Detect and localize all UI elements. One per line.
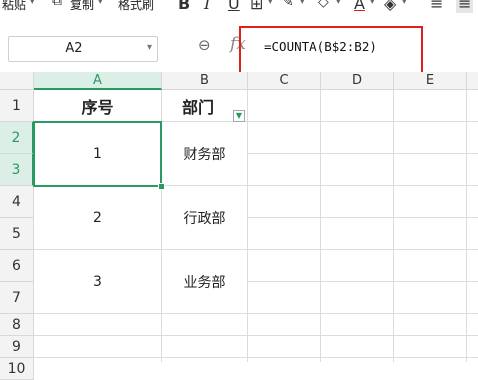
cell-b6-merged[interactable]: 业务部 <box>162 250 247 313</box>
gridline-h <box>34 357 478 358</box>
shading-icon[interactable]: ✎ <box>282 0 294 10</box>
row-header-1[interactable]: 1 <box>0 90 34 122</box>
column-header-f[interactable] <box>467 72 478 90</box>
name-box[interactable]: A2 ▾ <box>8 36 158 62</box>
fill-color-dropdown-icon[interactable]: ▾ <box>336 0 341 7</box>
select-all-corner[interactable] <box>0 72 34 90</box>
eraser-icon[interactable]: ◈ <box>384 0 396 13</box>
gridline-h <box>34 335 478 336</box>
eraser-dropdown-icon[interactable]: ▾ <box>402 0 407 7</box>
formula-highlight-box <box>239 26 423 76</box>
row-header-7[interactable]: 7 <box>0 282 34 314</box>
align-center-icon[interactable]: ≡ <box>456 0 474 13</box>
zoom-icon[interactable]: ⊖ <box>198 36 211 54</box>
paste-dropdown-icon[interactable]: ▾ <box>30 0 35 7</box>
name-box-dropdown-icon[interactable]: ▾ <box>147 42 152 53</box>
shading-dropdown-icon[interactable]: ▾ <box>300 0 305 7</box>
row-header-8[interactable]: 8 <box>0 314 34 336</box>
gridline-v <box>466 90 467 362</box>
cell-b4-merged[interactable]: 行政部 <box>162 186 247 249</box>
copy-icon[interactable]: ⧉ <box>52 0 62 9</box>
row-header-4[interactable]: 4 <box>0 186 34 218</box>
copy-dropdown-icon[interactable]: ▾ <box>98 0 103 7</box>
font-color-dropdown-icon[interactable]: ▾ <box>370 0 375 7</box>
toolbar: 粘贴 ▾ ⧉ 复制 ▾ 格式刷 B I U ⊞ ▾ ✎ ▾ ◇ ▾ A ▾ ◈ … <box>0 0 478 16</box>
gridline-v <box>320 90 321 362</box>
row-header-3[interactable]: 3 <box>0 154 34 186</box>
underline-button[interactable]: U <box>228 0 240 13</box>
bold-button[interactable]: B <box>178 0 190 13</box>
italic-button[interactable]: I <box>204 0 210 13</box>
gridline-v <box>247 90 248 362</box>
copy-button[interactable]: 复制 <box>70 0 94 13</box>
column-header-d[interactable]: D <box>321 72 394 90</box>
font-color-button[interactable]: A <box>354 0 365 13</box>
column-header-b[interactable]: B <box>162 72 248 90</box>
name-box-value: A2 <box>65 41 83 56</box>
column-header-a[interactable]: A <box>34 72 162 90</box>
column-header-e[interactable]: E <box>394 72 467 90</box>
cell-a1-header-seq[interactable]: 序号 <box>34 90 161 121</box>
selection-border <box>33 121 162 187</box>
gridline-h <box>248 153 478 154</box>
fill-color-icon[interactable]: ◇ <box>318 0 329 10</box>
fill-handle[interactable] <box>158 183 165 190</box>
column-header-c[interactable]: C <box>248 72 321 90</box>
row-header-5[interactable]: 5 <box>0 218 34 250</box>
cell-a4-merged[interactable]: 2 <box>34 186 161 249</box>
format-painter-button[interactable]: 格式刷 <box>118 0 154 13</box>
spreadsheet-grid: A B C D E 1 2 3 4 5 6 7 8 9 10 序号 部门 ▼ 1… <box>0 72 478 380</box>
border-icon[interactable]: ⊞ <box>250 0 263 13</box>
row-header-10[interactable]: 10 <box>0 358 34 380</box>
gridline-h <box>248 281 478 282</box>
gridline-h <box>34 313 478 314</box>
row-header-2[interactable]: 2 <box>0 122 34 154</box>
gridline-h <box>248 217 478 218</box>
cell-b1-header-dept[interactable]: 部门 <box>162 90 234 121</box>
filter-dropdown-icon[interactable]: ▼ <box>233 110 245 122</box>
cell-b2-merged[interactable]: 财务部 <box>162 122 247 185</box>
paste-button[interactable]: 粘贴 <box>2 0 26 13</box>
cell-a6-merged[interactable]: 3 <box>34 250 161 313</box>
align-left-icon[interactable]: ≡ <box>430 0 443 13</box>
gridline-v <box>393 90 394 362</box>
border-dropdown-icon[interactable]: ▾ <box>268 0 273 7</box>
row-header-6[interactable]: 6 <box>0 250 34 282</box>
row-header-9[interactable]: 9 <box>0 336 34 358</box>
